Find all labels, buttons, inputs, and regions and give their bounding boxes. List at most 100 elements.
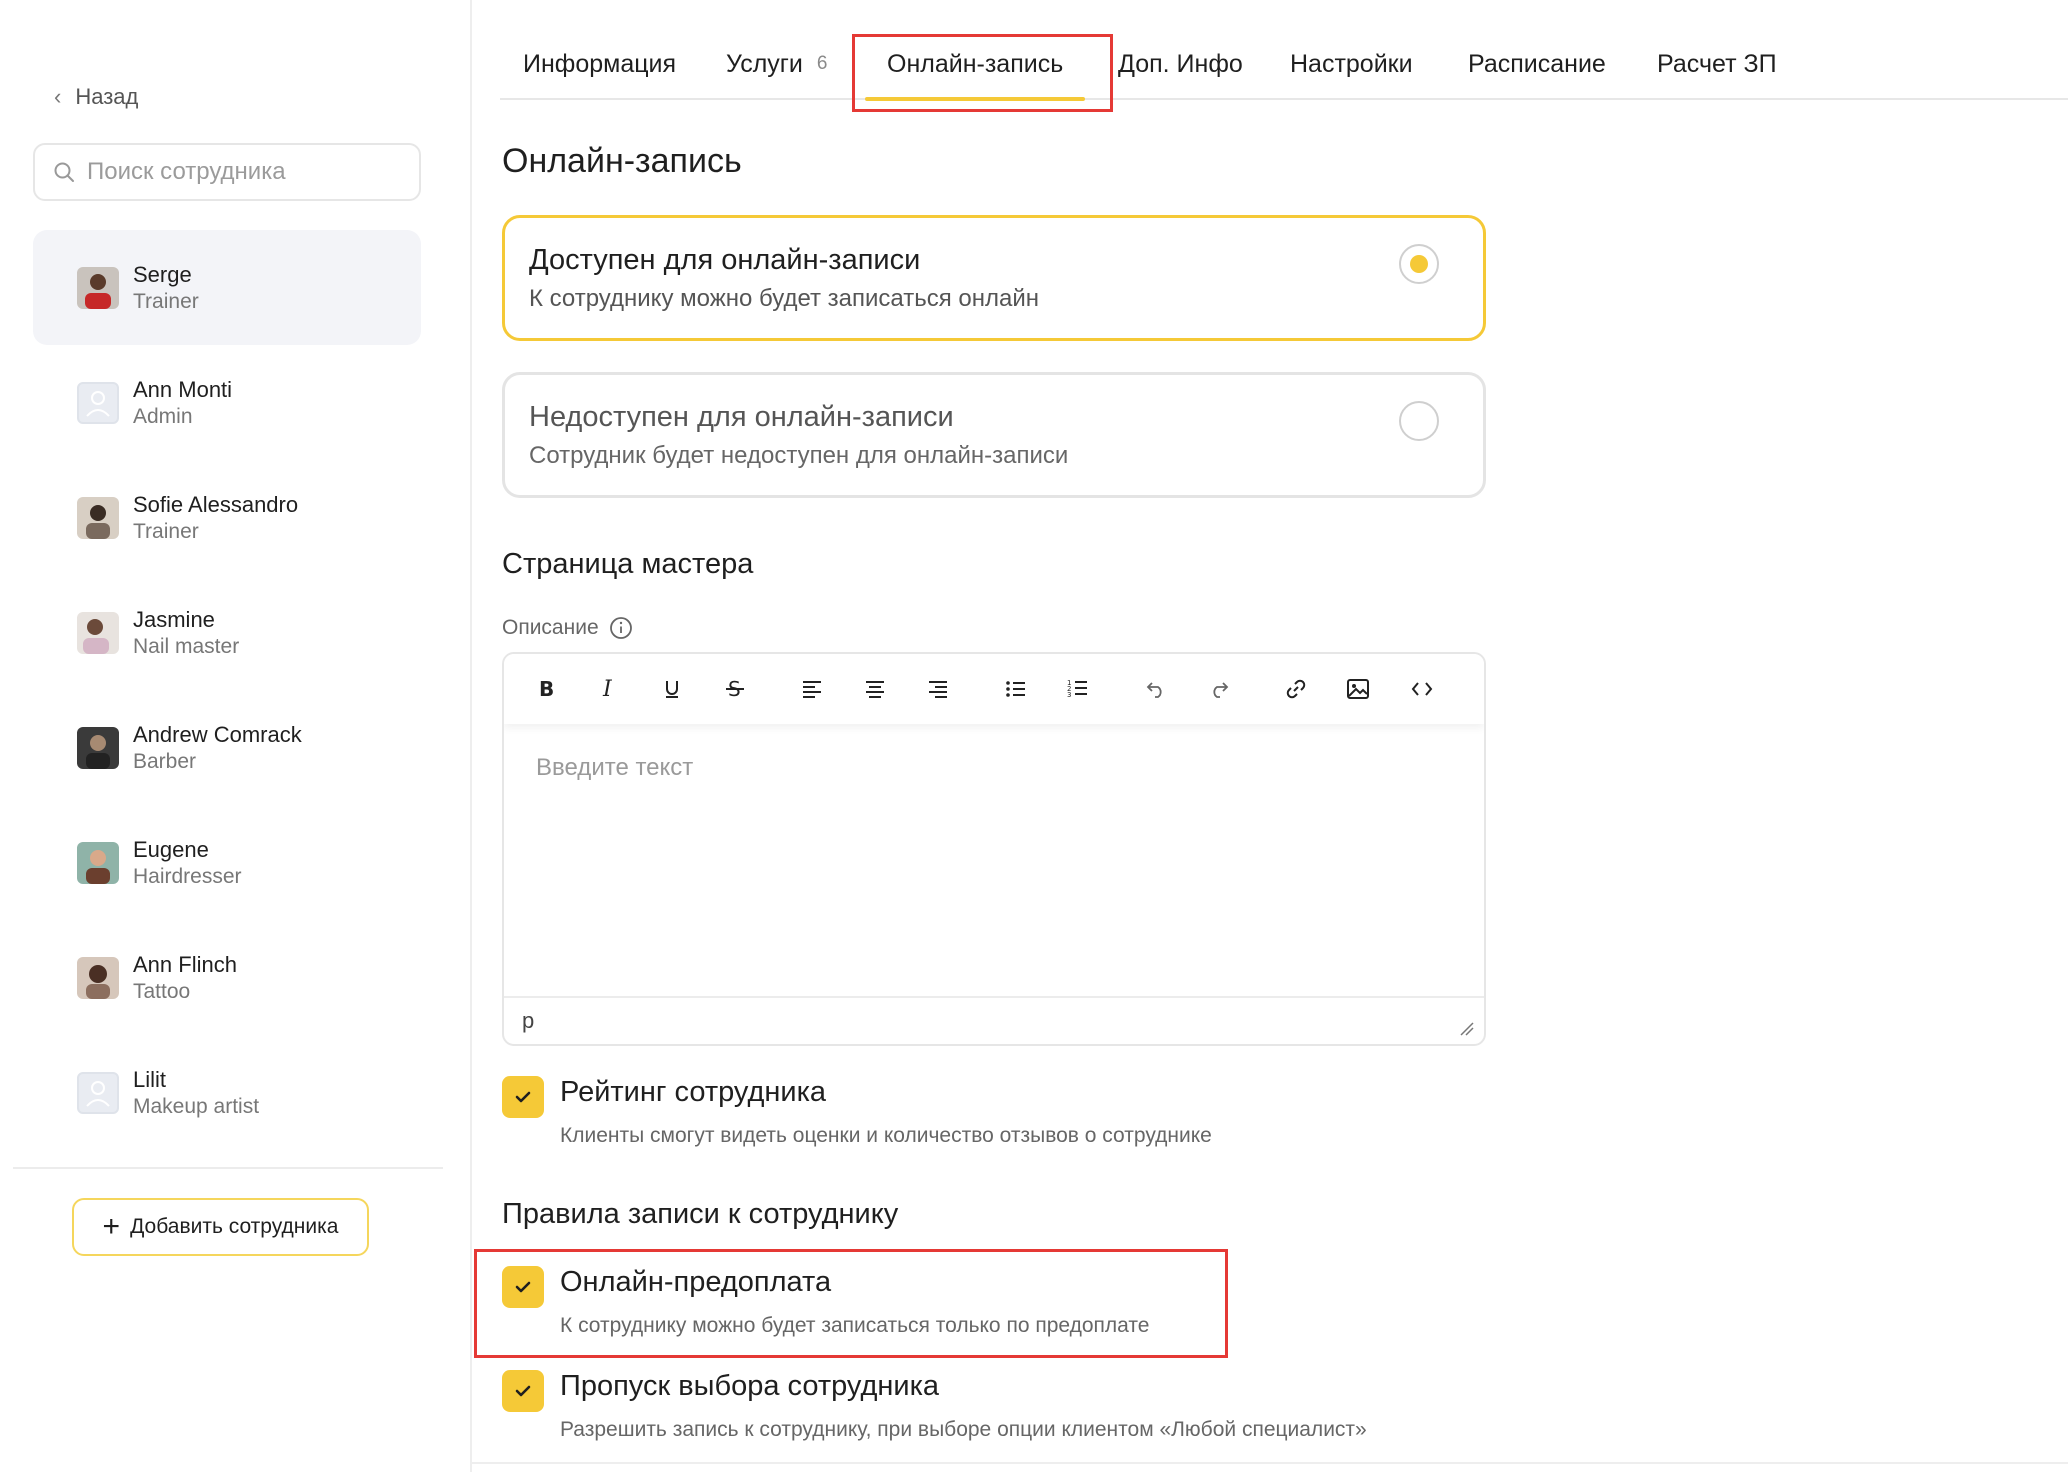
employee-role: Trainer xyxy=(133,519,199,543)
prepay-title: Онлайн-предоплата xyxy=(560,1266,832,1298)
employee-name: Jasmine xyxy=(133,606,215,632)
code-icon[interactable] xyxy=(1404,671,1440,707)
image-icon[interactable] xyxy=(1340,671,1376,707)
available-radio[interactable] xyxy=(1399,244,1439,284)
rating-title: Рейтинг сотрудника xyxy=(560,1076,827,1108)
employee-name: Andrew Comrack xyxy=(133,721,302,747)
radio-dot xyxy=(1410,255,1428,273)
unavailable-radio[interactable] xyxy=(1399,401,1439,441)
align-right-icon[interactable] xyxy=(920,671,956,707)
skip-selection-checkbox[interactable] xyxy=(502,1370,544,1412)
tab-schedule[interactable]: Расписание xyxy=(1468,30,1606,98)
editor-placeholder[interactable]: Введите текст xyxy=(536,754,693,782)
available-option-card[interactable]: Доступен для онлайн-записи К сотруднику … xyxy=(502,215,1486,341)
employee-role: Barber xyxy=(133,749,197,773)
numbered-list-icon[interactable]: 123 xyxy=(1060,671,1096,707)
avatar xyxy=(77,266,119,309)
search-box[interactable] xyxy=(33,143,421,201)
rich-text-editor: B I S 123 Введите текст p xyxy=(502,652,1486,1046)
description-label-text: Описание xyxy=(502,616,599,639)
chevron-left-icon: ‹ xyxy=(54,84,62,109)
tab-extra-info[interactable]: Доп. Инфо xyxy=(1118,30,1243,98)
avatar-placeholder-icon xyxy=(77,1071,119,1114)
employee-item[interactable]: Lilit Makeup artist xyxy=(33,1035,421,1150)
prepay-subtitle: К сотруднику можно будет записаться толь… xyxy=(560,1314,1150,1337)
resize-handle-icon[interactable] xyxy=(1458,1020,1474,1036)
italic-icon[interactable]: I xyxy=(590,671,626,707)
bold-icon[interactable]: B xyxy=(528,671,564,707)
info-icon[interactable] xyxy=(609,616,633,640)
check-icon xyxy=(515,1281,531,1293)
employee-item[interactable]: Ann Flinch Tattoo xyxy=(33,920,421,1035)
description-label: Описание xyxy=(502,616,633,640)
employee-item[interactable]: Eugene Hairdresser xyxy=(33,805,421,920)
rating-checkbox[interactable] xyxy=(502,1076,544,1118)
align-left-icon[interactable] xyxy=(794,671,830,707)
add-employee-label: Добавить сотрудника xyxy=(130,1215,339,1238)
avatar xyxy=(77,841,119,884)
tab-label: Расчет ЗП xyxy=(1657,49,1777,78)
employee-name: Serge xyxy=(133,261,192,287)
skip-selection-title: Пропуск выбора сотрудника xyxy=(560,1370,940,1402)
tab-bar: Информация Услуги 6 Онлайн-запись Доп. Ин… xyxy=(500,30,2068,101)
search-input[interactable] xyxy=(87,158,407,186)
tab-services[interactable]: Услуги 6 xyxy=(726,30,827,98)
employee-name: Ann Monti xyxy=(133,376,233,402)
search-icon xyxy=(54,162,74,182)
employee-role: Hairdresser xyxy=(133,864,242,888)
avatar xyxy=(77,956,119,999)
employee-role: Nail master xyxy=(133,634,240,658)
employee-list: Serge Trainer Ann Monti Admin Sofie Ales… xyxy=(33,230,421,1150)
bullet-list-icon[interactable] xyxy=(998,671,1034,707)
tab-salary[interactable]: Расчет ЗП xyxy=(1657,30,1777,98)
unavailable-option-subtitle: Сотрудник будет недоступен для онлайн-за… xyxy=(529,442,1069,469)
plus-icon: + xyxy=(102,1210,121,1243)
employee-name: Lilit xyxy=(133,1066,167,1092)
check-icon xyxy=(515,1091,531,1103)
back-link[interactable]: ‹ Назад xyxy=(54,84,138,110)
employee-item[interactable]: Ann Monti Admin xyxy=(33,345,421,460)
employee-item[interactable]: Sofie Alessandro Trainer xyxy=(33,460,421,575)
editor-status-bar: p xyxy=(504,996,1484,1044)
tab-count-badge: 6 xyxy=(816,53,828,74)
rating-subtitle: Клиенты смогут видеть оценки и количеств… xyxy=(560,1124,1212,1147)
check-icon xyxy=(515,1385,531,1397)
tab-settings[interactable]: Настройки xyxy=(1290,30,1413,98)
strikethrough-icon[interactable]: S xyxy=(717,671,753,707)
link-icon[interactable] xyxy=(1278,671,1314,707)
svg-text:B: B xyxy=(539,678,554,700)
avatar xyxy=(77,611,119,654)
underline-icon[interactable] xyxy=(654,671,690,707)
avatar xyxy=(77,726,119,769)
employee-name: Sofie Alessandro xyxy=(133,491,299,517)
sidebar: ‹ Назад Serge Trainer Ann Monti Admin xyxy=(0,0,472,1472)
employee-item[interactable]: Serge Trainer xyxy=(33,230,421,345)
undo-icon[interactable] xyxy=(1138,671,1174,707)
tab-label: Услуги xyxy=(726,49,803,78)
add-employee-button[interactable]: + Добавить сотрудника xyxy=(72,1198,369,1256)
available-option-subtitle: К сотруднику можно будет записаться онла… xyxy=(529,285,1039,312)
unavailable-option-card[interactable]: Недоступен для онлайн-записи Сотрудник б… xyxy=(502,372,1486,498)
employee-role: Trainer xyxy=(133,289,199,313)
tab-information[interactable]: Информация xyxy=(523,30,676,98)
back-label: Назад xyxy=(75,84,139,109)
page-title: Онлайн-запись xyxy=(502,142,742,180)
editor-toolbar: B I S 123 xyxy=(504,654,1484,724)
employee-role: Tattoo xyxy=(133,979,191,1003)
editor-path: p xyxy=(522,1008,535,1033)
svg-text:3: 3 xyxy=(1067,691,1071,699)
employee-item[interactable]: Andrew Comrack Barber xyxy=(33,690,421,805)
skip-selection-subtitle: Разрешить запись к сотруднику, при выбор… xyxy=(560,1418,1367,1441)
tab-online-booking[interactable]: Онлайн-запись xyxy=(864,30,1086,101)
align-center-icon[interactable] xyxy=(857,671,893,707)
master-page-title: Страница мастера xyxy=(502,548,754,580)
employee-item[interactable]: Jasmine Nail master xyxy=(33,575,421,690)
available-option-title: Доступен для онлайн-записи xyxy=(529,244,921,276)
redo-icon[interactable] xyxy=(1201,671,1237,707)
bottom-divider xyxy=(472,1462,2068,1464)
avatar-placeholder-icon xyxy=(77,381,119,424)
unavailable-option-title: Недоступен для онлайн-записи xyxy=(529,401,954,433)
employee-name: Eugene xyxy=(133,836,209,862)
tab-label: Онлайн-запись xyxy=(887,49,1064,78)
prepay-checkbox[interactable] xyxy=(502,1266,544,1308)
